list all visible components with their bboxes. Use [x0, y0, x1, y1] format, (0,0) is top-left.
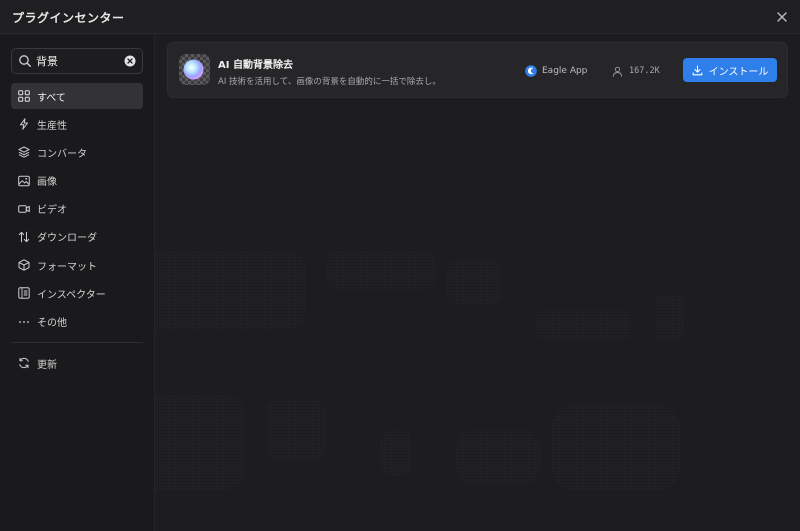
sidebar-item-label: すべて: [37, 92, 66, 104]
download-icon: [692, 64, 702, 75]
user-icon: [612, 66, 623, 77]
sidebar: すべて 生産性 コンバータ 画像: [0, 35, 155, 531]
cube-icon: [18, 259, 30, 271]
sidebar-item-other[interactable]: その他: [11, 309, 143, 335]
refresh-label: 更新: [37, 359, 57, 371]
sidebar-item-format[interactable]: フォーマット: [11, 252, 143, 278]
search-box: [11, 48, 143, 74]
install-button-label: インストール: [708, 66, 769, 78]
background-watermark: [156, 250, 684, 490]
lightning-icon: [20, 118, 28, 130]
inspector-icon: [18, 287, 30, 300]
category-nav: すべて 生産性 コンバータ 画像 ビデオ ダウンローダ フォーマット インスペク…: [11, 83, 143, 337]
title-bar: プラグインセンター: [0, 0, 800, 34]
ai-remove-background-icon: [179, 54, 210, 85]
sidebar-item-label: ビデオ: [37, 205, 67, 217]
close-icon[interactable]: [774, 9, 790, 25]
sidebar-item-inspector[interactable]: インスペクター: [11, 280, 143, 306]
search-icon: [19, 55, 31, 67]
sidebar-item-productivity[interactable]: 生産性: [11, 111, 143, 137]
plugin-author-name: Eagle App: [542, 66, 588, 76]
sidebar-item-video[interactable]: ビデオ: [11, 196, 143, 222]
plugin-card[interactable]: AI 自動背景除去 AI 技術を活用して、画像の背景を自動的に一括で除去し。 E…: [167, 42, 788, 98]
plugin-name: AI 自動背景除去: [218, 60, 293, 71]
sidebar-item-label: ダウンローダ: [37, 233, 97, 245]
sidebar-refresh-container: 更新: [11, 350, 143, 378]
plugin-author[interactable]: Eagle App: [525, 64, 587, 78]
grid-icon: [18, 90, 30, 102]
sidebar-item-all[interactable]: すべて: [11, 83, 143, 109]
sidebar-item-label: コンバータ: [37, 148, 87, 160]
video-icon: [18, 205, 30, 213]
plugin-download-count: 167.2K: [629, 66, 660, 76]
layers-icon: [18, 146, 30, 159]
sidebar-item-label: その他: [37, 318, 67, 329]
refresh-button[interactable]: 更新: [11, 350, 143, 376]
plugin-list-area: AI 自動背景除去 AI 技術を活用して、画像の背景を自動的に一括で除去し。 E…: [156, 35, 800, 531]
sidebar-item-downloader[interactable]: ダウンローダ: [11, 224, 143, 250]
sidebar-item-label: 画像: [37, 177, 57, 189]
eagle-app-logo-icon: [525, 65, 537, 77]
sidebar-item-image[interactable]: 画像: [11, 168, 143, 194]
sidebar-item-converter[interactable]: コンバータ: [11, 139, 143, 165]
plugin-downloads: 167.2K: [612, 64, 660, 78]
clear-circle-icon[interactable]: [124, 55, 136, 67]
image-icon: [18, 175, 30, 186]
install-button[interactable]: インストール: [683, 58, 777, 82]
more-dots-icon: [19, 320, 29, 323]
sidebar-divider: [11, 342, 143, 343]
refresh-icon: [19, 357, 29, 369]
transfer-arrows-icon: [18, 231, 30, 243]
sidebar-item-label: フォーマット: [37, 261, 97, 273]
plugin-description: AI 技術を活用して、画像の背景を自動的に一括で除去し。: [218, 77, 441, 87]
sidebar-item-label: インスペクター: [37, 289, 106, 301]
search-input[interactable]: [36, 52, 124, 70]
sidebar-item-label: 生産性: [37, 120, 67, 132]
window-title: プラグインセンター: [12, 11, 125, 25]
